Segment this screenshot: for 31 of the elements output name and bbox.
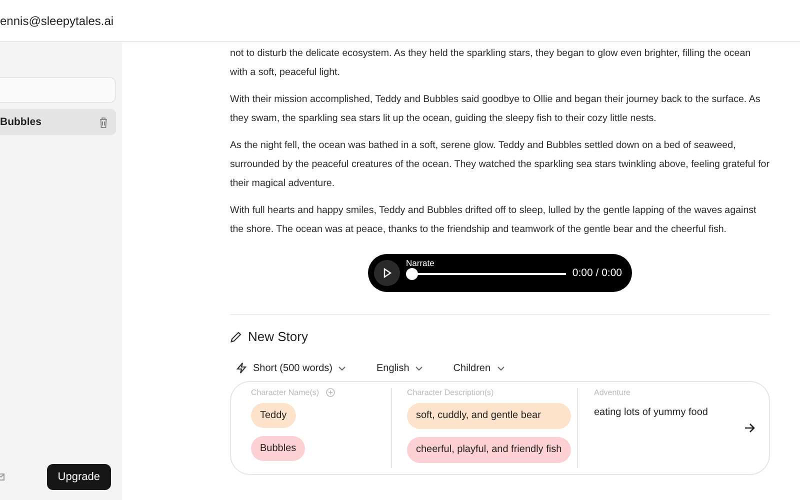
option-dropdown[interactable]: English (376, 362, 424, 374)
time-readout: 0:00 / 0:00 (572, 267, 622, 279)
description-chip[interactable]: cheerful, playful, and friendly fish (407, 437, 571, 463)
chevron-down-icon (415, 366, 424, 370)
description-chip[interactable]: soft, cuddly, and gentle bear (407, 403, 571, 429)
option-dropdown[interactable]: Children (453, 362, 505, 374)
field-label: Character Name(s) (251, 388, 320, 397)
adventure-text[interactable]: eating lots of yummy food (594, 407, 744, 418)
story-item[interactable]: Bubbles (0, 109, 116, 135)
story-paragraph: With full hearts and happy smiles, Teddy and Bubbles drifted off to sleep, lulled by the gentle lapping of the waves against the shore. The ocean was at peace, thanks to the friendship and teamwork of the gentle bear and the cheerful fish. (230, 204, 758, 237)
lightning-icon (236, 362, 247, 374)
name-chip[interactable]: Teddy (251, 403, 296, 428)
section-title: New Story (248, 329, 308, 344)
option-dropdown[interactable]: Short (500 words) (236, 362, 346, 374)
progress-thumb[interactable] (406, 268, 418, 280)
chevron-down-icon (496, 366, 505, 370)
story-paragraph: not to disturb the delicate ecosystem. As they held the sparkling stars, they began to glow even brighter, filling the ocean with a soft, peaceful light. (230, 47, 752, 80)
story-paragraph: As the night fell, the ocean was bathed in a soft, serene glow. Teddy and Bubbles settled down on a bed of seaweed, surrounded by the peaceful creatures of the ocean. They watched the sparkling sea stars twinkling above, feeling grateful for their magical adventure. (230, 139, 770, 191)
upgrade-button[interactable]: Upgrade (46, 464, 111, 490)
play-button[interactable] (374, 260, 400, 286)
pencil-icon (230, 330, 242, 342)
narrate-label: Narrate (406, 258, 436, 268)
arrow-icon[interactable] (744, 423, 755, 433)
trash-icon[interactable] (99, 116, 108, 128)
name-chip[interactable]: Bubbles (251, 436, 306, 461)
play-icon (382, 268, 392, 278)
account-email: ennis@sleepytales.ai (0, 14, 114, 28)
field-label: Adventure (594, 388, 630, 397)
chevron-down-icon (338, 366, 346, 370)
field-label: Character Description(s) (407, 388, 494, 397)
story-paragraph: With their mission accomplished, Teddy and Bubbles said goodbye to Ollie and began their journey back to the surface. As they swam, the sparkling sea stars lit up the ocean, guiding the sleepy fish to their cozy little nests. (230, 93, 762, 126)
